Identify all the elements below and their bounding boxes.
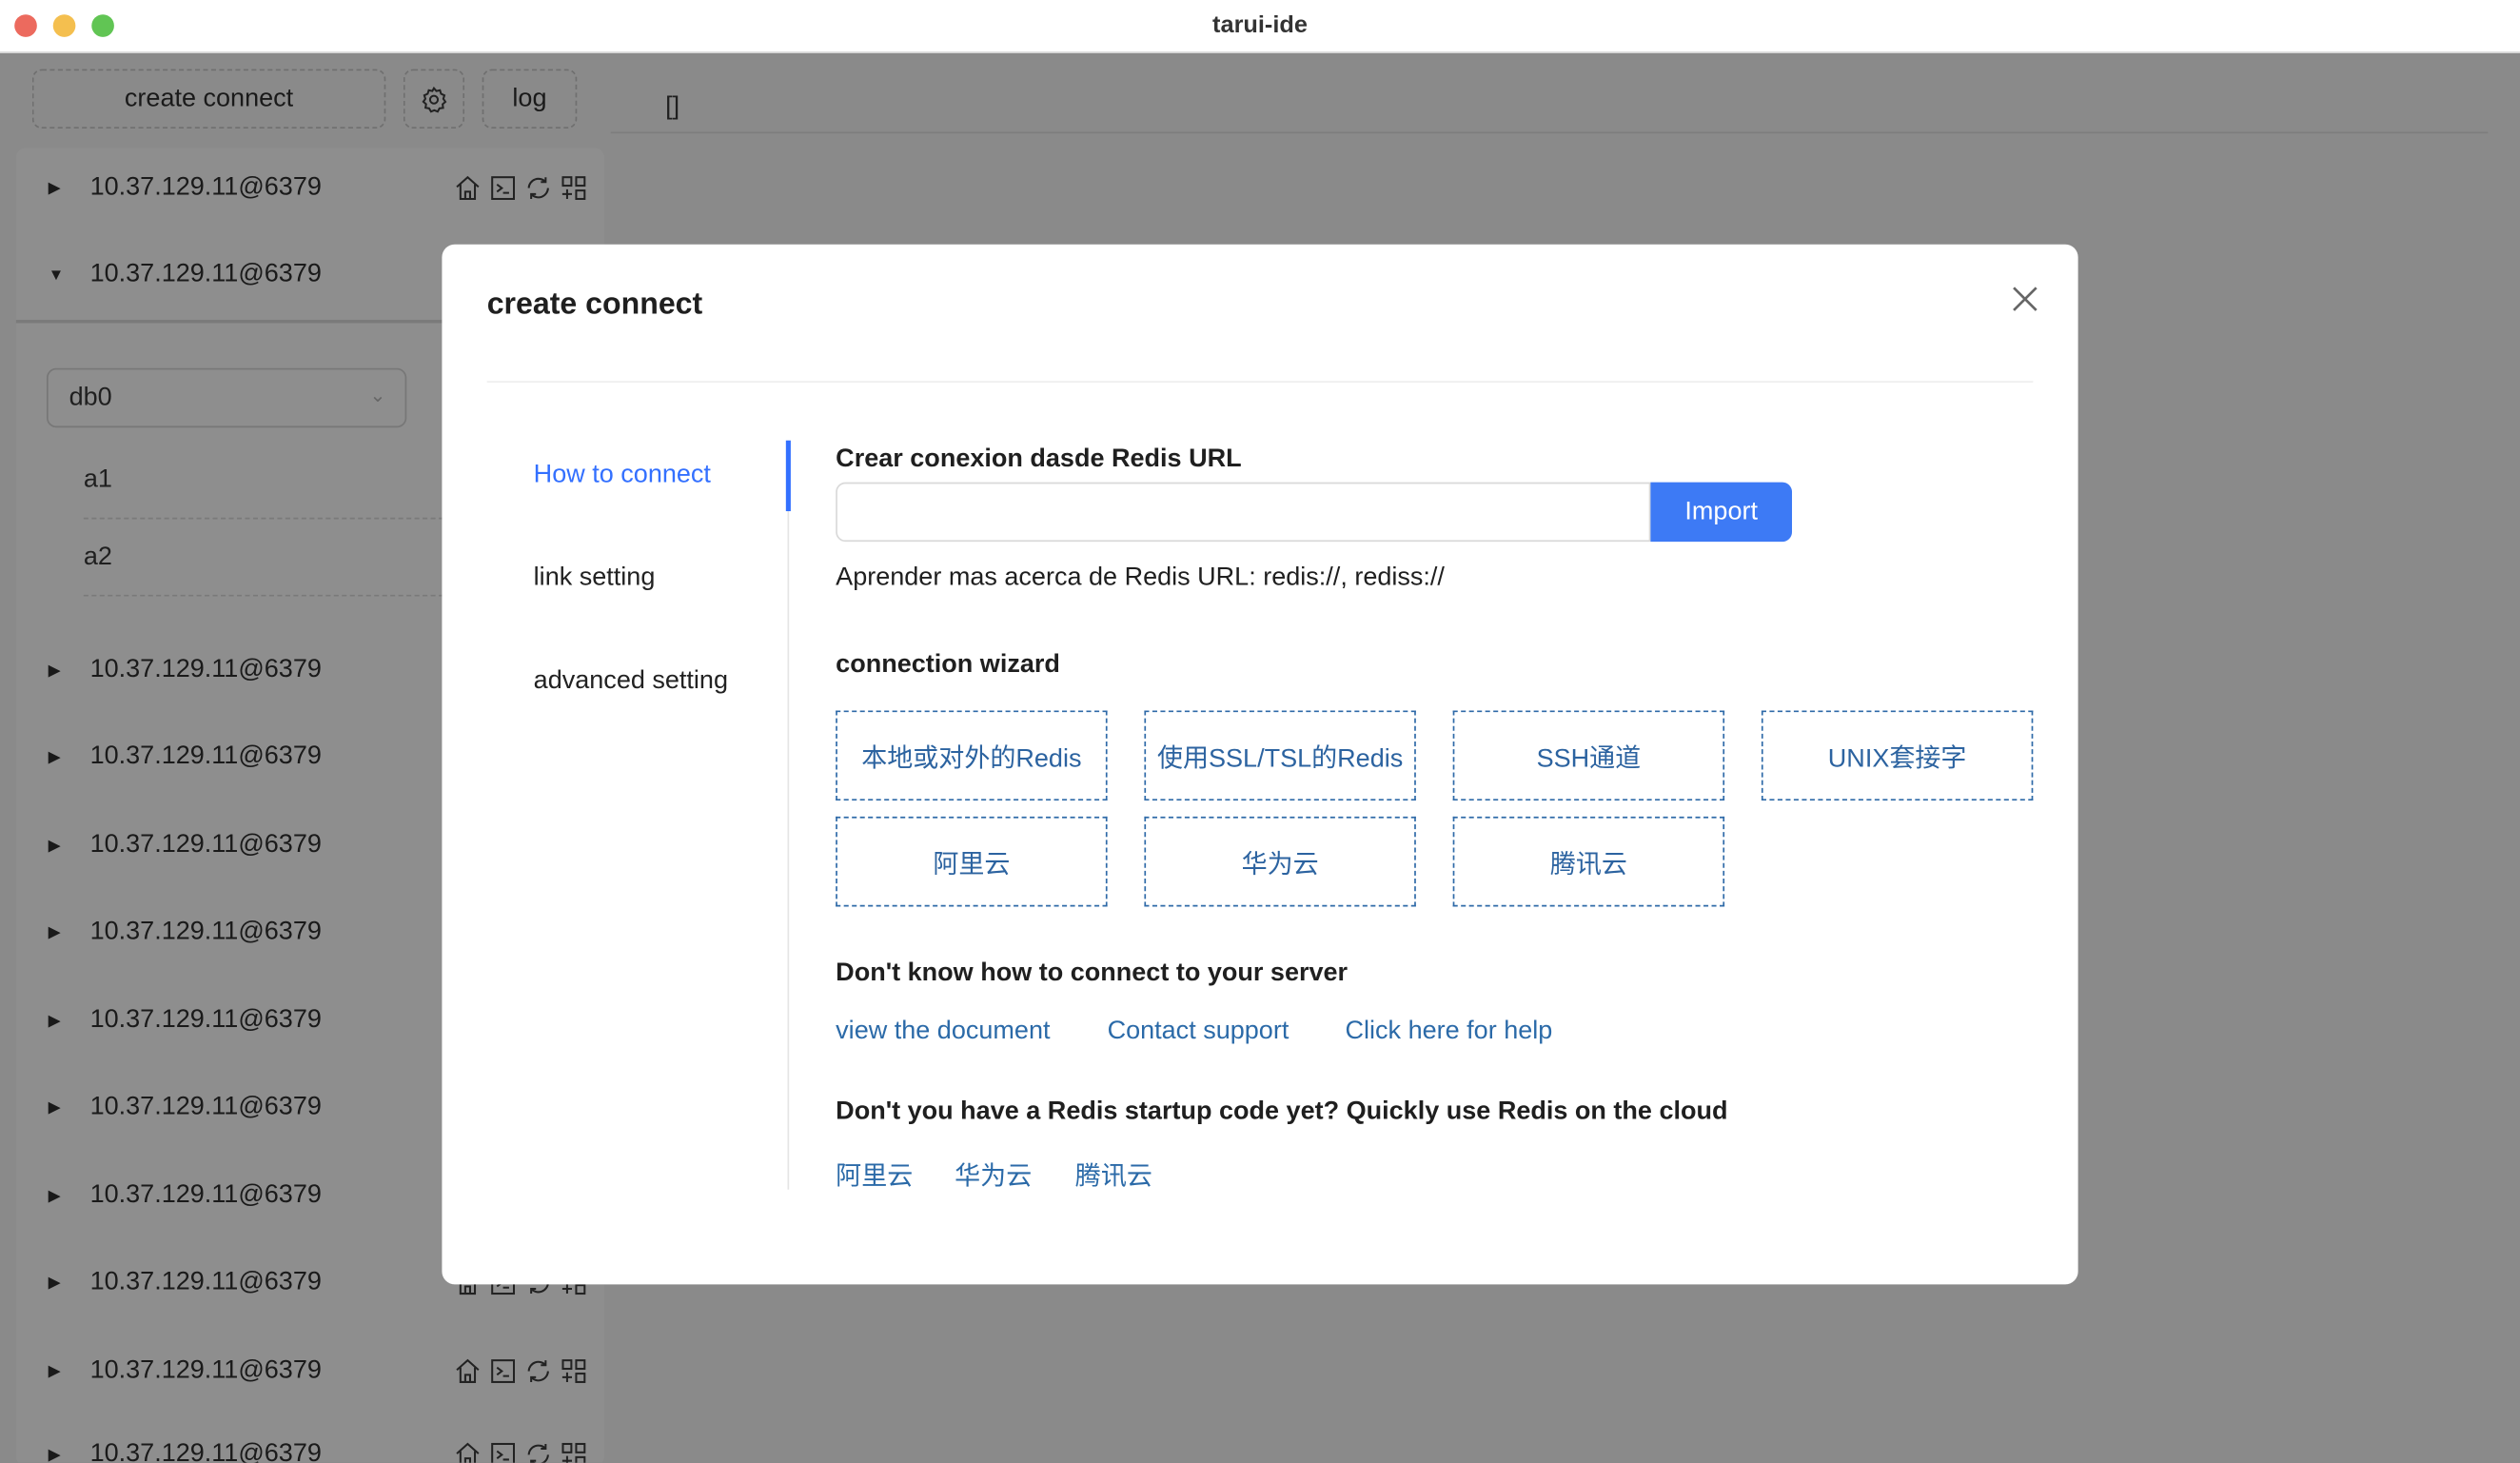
tab-link-setting[interactable]: link setting [534, 564, 656, 593]
connection-label: 10.37.129.11@6379 [89, 742, 322, 770]
refresh-icon[interactable] [524, 173, 553, 202]
caret-right-icon[interactable]: ▶ [49, 1362, 68, 1380]
terminal-icon[interactable] [488, 1440, 517, 1463]
divider [83, 517, 444, 520]
title-bar: tarui-ide [0, 0, 2520, 53]
wizard-option[interactable]: SSH通道 [1452, 710, 1725, 801]
active-tab-indicator [785, 440, 791, 512]
caret-down-icon[interactable]: ▼ [49, 266, 68, 284]
create-connect-button[interactable]: create connect [31, 69, 386, 129]
wizard-option[interactable]: 华为云 [1144, 816, 1416, 907]
wizard-option[interactable]: UNIX套接字 [1761, 710, 2034, 801]
wizard-option[interactable]: 本地或对外的Redis [836, 710, 1108, 801]
refresh-icon[interactable] [524, 1356, 553, 1385]
cloud-link-aliyun[interactable]: 阿里云 [836, 1155, 913, 1194]
key-item[interactable]: a1 [84, 466, 112, 495]
learn-text: Aprender mas acerca de Redis URL: redis:… [836, 563, 1445, 592]
dialog-title: create connect [486, 287, 703, 322]
caret-right-icon[interactable]: ▶ [49, 923, 68, 941]
wizard-heading: connection wizard [836, 650, 1060, 679]
import-button[interactable]: Import [1650, 482, 1793, 543]
caret-right-icon[interactable]: ▶ [49, 1274, 68, 1292]
home-icon[interactable] [453, 1356, 482, 1385]
cloud-link-huawei[interactable]: 华为云 [955, 1155, 1032, 1194]
divider [486, 381, 2034, 383]
close-icon[interactable] [2009, 283, 2041, 315]
terminal-icon[interactable] [488, 1356, 517, 1385]
connection-actions [453, 1356, 588, 1385]
view-document-link[interactable]: view the document [836, 1018, 1050, 1046]
connection-label: 10.37.129.11@6379 [89, 260, 322, 288]
caret-right-icon[interactable]: ▶ [49, 1446, 68, 1463]
caret-right-icon[interactable]: ▶ [49, 837, 68, 855]
add-grid-icon[interactable] [560, 1356, 588, 1385]
tab-divider [787, 440, 790, 1190]
chevron-down-icon: ⌄ [369, 384, 386, 407]
connection-item[interactable]: ▶ 10.37.129.11@6379 [49, 164, 595, 212]
tab-advanced-setting[interactable]: advanced setting [534, 667, 728, 696]
main-placeholder: [] [665, 92, 680, 121]
refresh-icon[interactable] [524, 1440, 553, 1463]
connection-label: 10.37.129.11@6379 [89, 1356, 322, 1385]
log-button[interactable]: log [482, 69, 578, 129]
caret-right-icon[interactable]: ▶ [49, 179, 68, 197]
contact-support-link[interactable]: Contact support [1108, 1018, 1290, 1046]
wizard-option[interactable]: 使用SSL/TSL的Redis [1144, 710, 1416, 801]
connection-label: 10.37.129.11@6379 [89, 1006, 322, 1034]
terminal-icon[interactable] [488, 173, 517, 202]
caret-right-icon[interactable]: ▶ [49, 1187, 68, 1205]
settings-button[interactable] [403, 69, 465, 129]
wizard-option[interactable]: 阿里云 [836, 816, 1108, 907]
key-item[interactable]: a2 [84, 544, 112, 572]
tab-how-to-connect[interactable]: How to connect [534, 462, 711, 490]
redis-url-input[interactable] [836, 482, 1651, 543]
connection-label: 10.37.129.11@6379 [89, 656, 322, 683]
connection-item[interactable]: ▶ 10.37.129.11@6379 [49, 1347, 595, 1395]
db-select-value: db0 [69, 383, 112, 411]
add-grid-icon[interactable] [560, 173, 588, 202]
divider [610, 131, 2489, 134]
help-heading: Don't know how to connect to your server [836, 959, 1349, 987]
connection-actions [453, 1440, 588, 1463]
db-select[interactable]: db0 ⌄ [46, 367, 407, 428]
window-title: tarui-ide [1212, 10, 1308, 39]
add-grid-icon[interactable] [560, 1440, 588, 1463]
connection-item[interactable]: ▶ 10.37.129.11@6379 [49, 1431, 595, 1463]
connection-label: 10.37.129.11@6379 [89, 173, 322, 202]
gear-icon [422, 86, 447, 112]
connection-label: 10.37.129.11@6379 [89, 918, 322, 946]
connection-label: 10.37.129.11@6379 [89, 1093, 322, 1121]
connection-label: 10.37.129.11@6379 [89, 1181, 322, 1209]
connection-label: 10.37.129.11@6379 [89, 831, 322, 859]
connection-label: 10.37.129.11@6379 [89, 1440, 322, 1463]
caret-right-icon[interactable]: ▶ [49, 1012, 68, 1030]
caret-right-icon[interactable]: ▶ [49, 1098, 68, 1117]
wizard-option[interactable]: 腾讯云 [1452, 816, 1725, 907]
url-heading: Crear conexion dasde Redis URL [836, 445, 1242, 473]
cloud-link-tencent[interactable]: 腾讯云 [1075, 1155, 1152, 1194]
divider [83, 594, 444, 597]
connection-label: 10.37.129.11@6379 [89, 1268, 322, 1296]
create-connect-dialog: create connect How to connect link setti… [442, 244, 2078, 1285]
home-icon[interactable] [453, 1440, 482, 1463]
caret-right-icon[interactable]: ▶ [49, 662, 68, 680]
home-icon[interactable] [453, 173, 482, 202]
caret-right-icon[interactable]: ▶ [49, 748, 68, 766]
cloud-heading: Don't you have a Redis startup code yet?… [836, 1097, 1728, 1126]
help-link[interactable]: Click here for help [1346, 1018, 1553, 1046]
connection-actions [453, 173, 588, 202]
